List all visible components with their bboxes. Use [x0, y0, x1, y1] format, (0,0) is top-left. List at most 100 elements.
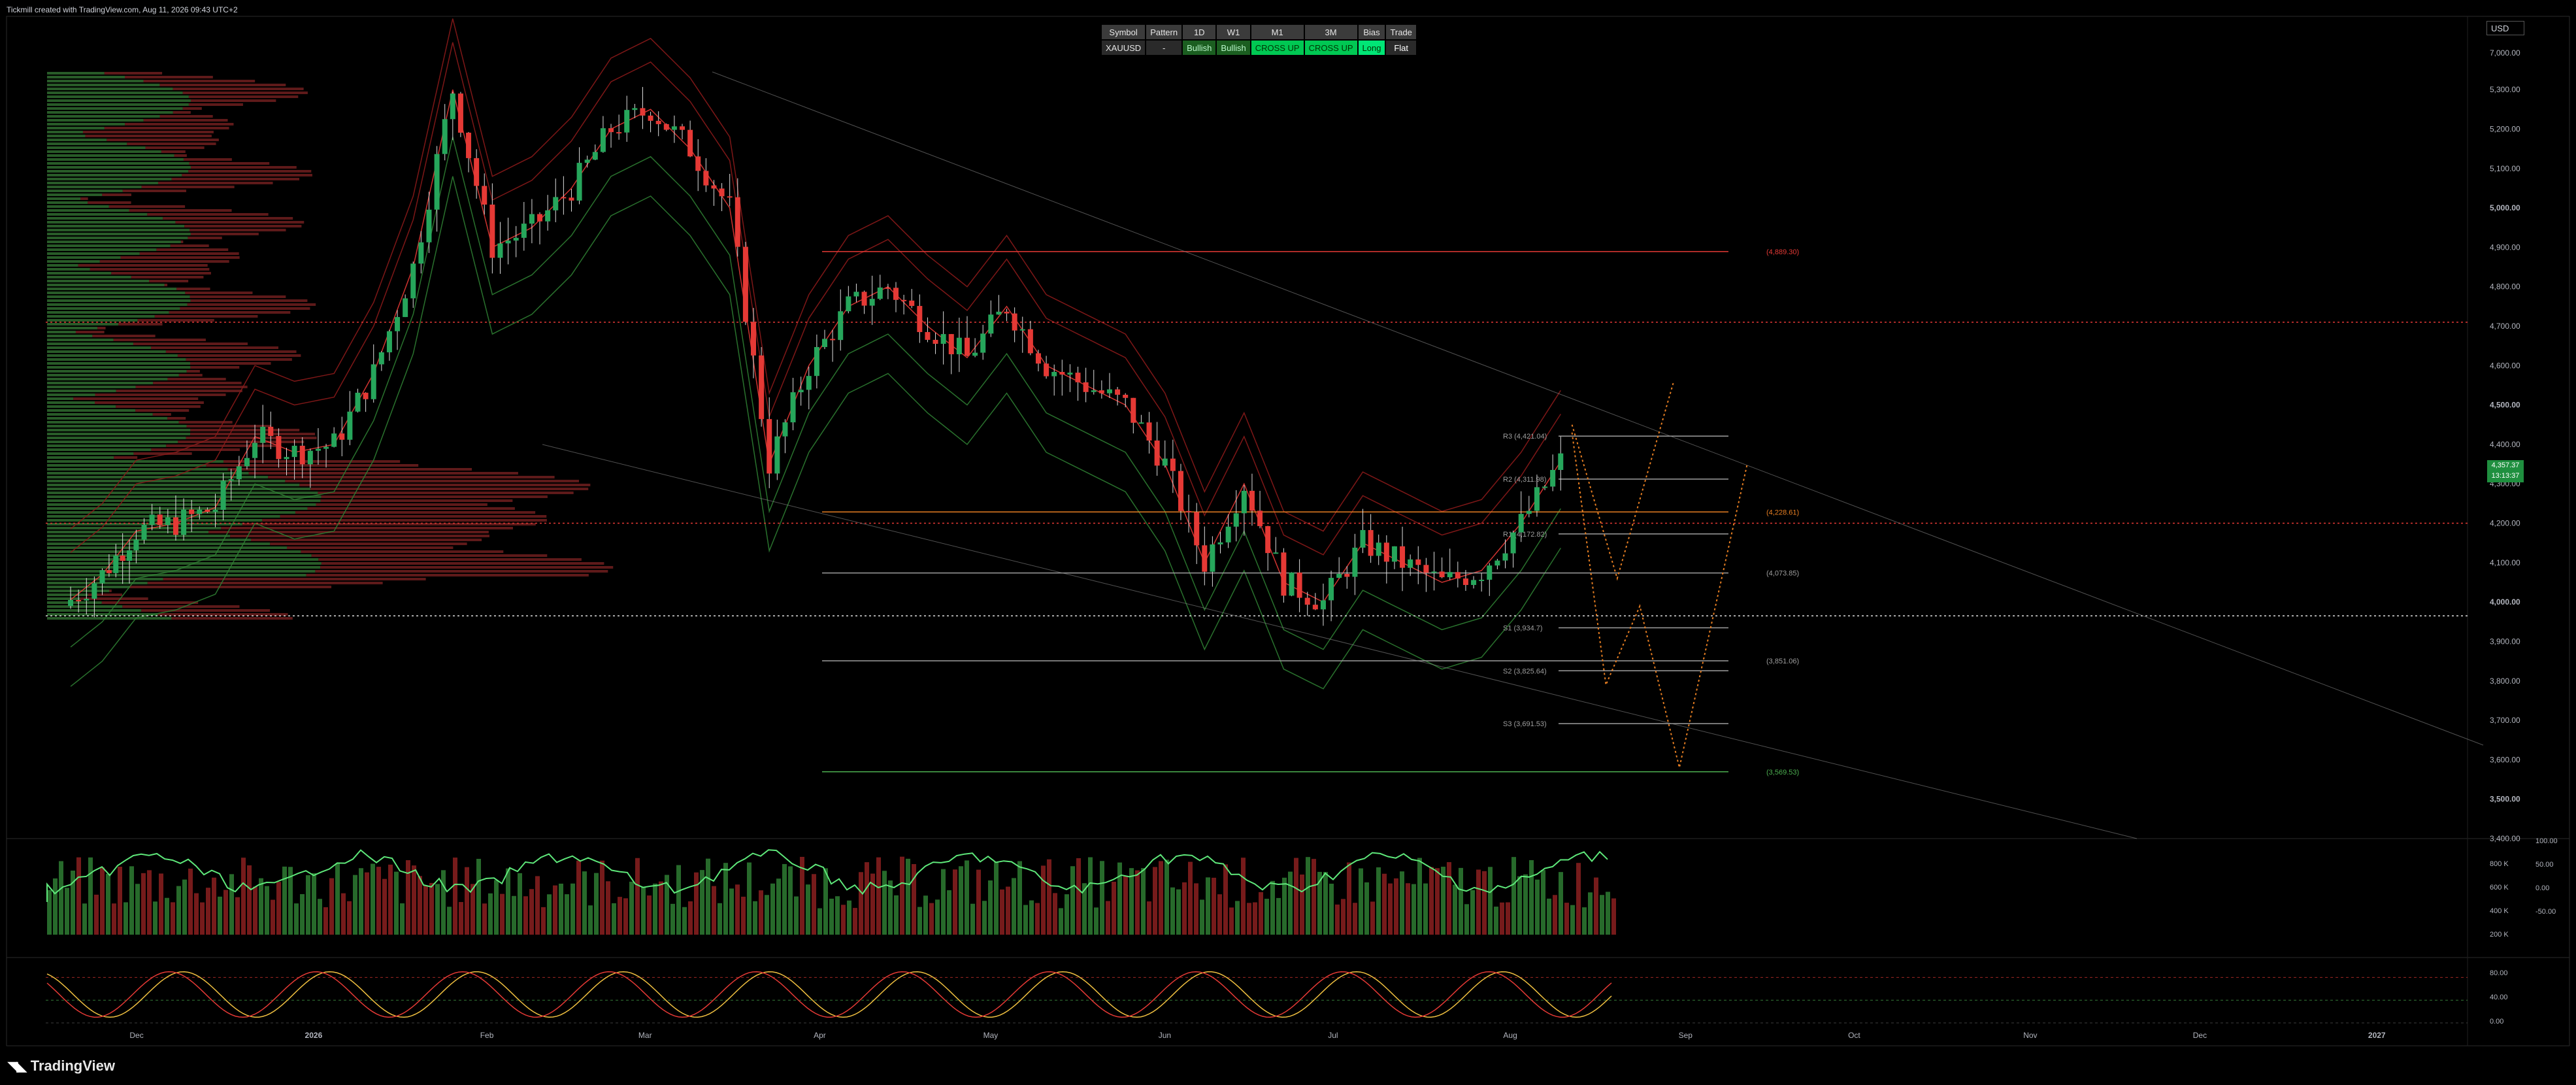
- profile-bar-bear: [85, 135, 212, 137]
- profile-bar-bull: [47, 280, 150, 282]
- candle-body: [513, 237, 519, 241]
- volume-bar: [453, 858, 457, 935]
- profile-bar-bear: [104, 127, 229, 129]
- time-tick-label: Jun: [1159, 1031, 1171, 1040]
- profile-bar-bull: [47, 311, 169, 314]
- profile-bar-bull: [47, 617, 172, 620]
- volume-bar: [282, 866, 287, 935]
- profile-bar-bull: [47, 429, 191, 431]
- volume-axis-label: 800 K: [2490, 860, 2509, 868]
- candle-body: [885, 287, 891, 289]
- profile-bar-bear: [184, 225, 302, 227]
- profile-bar-bear: [186, 437, 317, 439]
- profile-bar-bull: [47, 327, 98, 329]
- volume-bar: [835, 896, 840, 935]
- profile-bar-bull: [47, 299, 191, 302]
- candle-body: [592, 152, 598, 160]
- volume-bar: [47, 890, 52, 935]
- candle-body: [299, 445, 305, 465]
- volume-bar: [53, 878, 58, 935]
- profile-bar-bear: [111, 272, 211, 275]
- profile-bar-bear: [166, 444, 278, 447]
- volume-bar: [141, 873, 146, 935]
- profile-bar-bear: [182, 107, 202, 110]
- profile-bar-bull: [47, 362, 191, 365]
- volume-bar: [1164, 860, 1169, 935]
- volume-bar: [1423, 883, 1428, 935]
- volume-bar: [817, 908, 822, 935]
- volume-bar: [847, 900, 851, 935]
- candle-body: [925, 332, 931, 340]
- profile-bar-bear: [190, 429, 300, 431]
- volume-bar: [353, 875, 357, 935]
- col-m1: M1: [1251, 25, 1304, 39]
- candle-body: [1123, 394, 1129, 398]
- profile-bar-bull: [47, 578, 163, 580]
- volume-bar: [171, 902, 175, 935]
- candle-body: [1479, 579, 1485, 581]
- profile-bar-bull: [47, 248, 157, 251]
- volume-bar: [612, 903, 616, 935]
- volume-bar: [1294, 858, 1298, 935]
- candle-body: [1202, 545, 1208, 572]
- candle-body: [1067, 373, 1073, 375]
- volume-bar: [482, 903, 487, 935]
- profile-bar-bull: [47, 515, 280, 518]
- profile-bar-bull: [47, 342, 133, 345]
- tradingview-brand[interactable]: ◥◣ TradingView: [8, 1058, 115, 1075]
- volume-bar: [176, 886, 181, 935]
- candle-body: [68, 599, 74, 607]
- candle-body: [189, 509, 195, 514]
- price-tick-label: 4,900.00: [2490, 242, 2520, 252]
- candle-body: [869, 299, 875, 306]
- volume-bar: [682, 907, 687, 935]
- candle-body: [798, 390, 804, 393]
- volume-bar: [335, 863, 340, 935]
- candle-body: [212, 510, 218, 512]
- profile-bar-bear: [248, 472, 518, 475]
- candle-body: [141, 524, 147, 540]
- candle-body: [948, 334, 954, 354]
- volume-bar: [447, 907, 452, 935]
- candle-body: [1439, 571, 1445, 578]
- time-tick-label: 2026: [305, 1031, 323, 1040]
- volume-bar: [1147, 901, 1151, 935]
- volume-axis-label: 400 K: [2490, 907, 2509, 915]
- profile-bar-bear: [165, 350, 297, 353]
- profile-bar-bull: [47, 444, 167, 447]
- volume-bar: [747, 862, 751, 935]
- profile-bar-bull: [47, 593, 88, 596]
- profile-bar-bear: [147, 213, 269, 216]
- level-label: (4,228.61): [1766, 509, 1799, 516]
- profile-bar-bear: [73, 397, 199, 400]
- profile-bar-bull: [47, 346, 151, 349]
- candle-body: [988, 314, 994, 334]
- candle-body: [727, 196, 733, 198]
- profile-bar-bear: [129, 586, 332, 588]
- candle-body: [1051, 372, 1057, 376]
- profile-bar-bull: [47, 174, 182, 176]
- profile-bar-bear: [227, 468, 472, 471]
- volume-bar: [1312, 859, 1316, 935]
- currency-selector[interactable]: USD: [2486, 21, 2524, 35]
- volume-bar: [876, 857, 881, 935]
- profile-bar-bull: [47, 605, 123, 608]
- profile-bar-bull: [47, 201, 88, 204]
- profile-bar-bear: [320, 566, 614, 569]
- profile-bar-bull: [47, 307, 180, 310]
- candle-body: [1225, 526, 1231, 542]
- profile-bar-bull: [47, 546, 288, 549]
- volume-bar: [570, 883, 575, 935]
- profile-bar-bear: [230, 535, 489, 537]
- profile-bar-bull: [47, 601, 102, 604]
- volume-bars: 800 K 600 K 400 K 200 K 100.00 50.00 0.00 -50.0…: [46, 837, 2558, 939]
- volume-bar: [1188, 861, 1193, 935]
- candle-body: [561, 197, 567, 199]
- chart-canvas[interactable]: (4,889.30) R3 (4,421.04) R2 (4,311.98) (4,2…: [0, 0, 2576, 1085]
- profile-bar-bull: [47, 319, 138, 322]
- candle-body: [331, 433, 337, 447]
- volume-bar: [1023, 905, 1028, 935]
- candle-body: [917, 306, 923, 333]
- volume-bar: [518, 873, 522, 935]
- profile-bar-bull: [47, 217, 163, 220]
